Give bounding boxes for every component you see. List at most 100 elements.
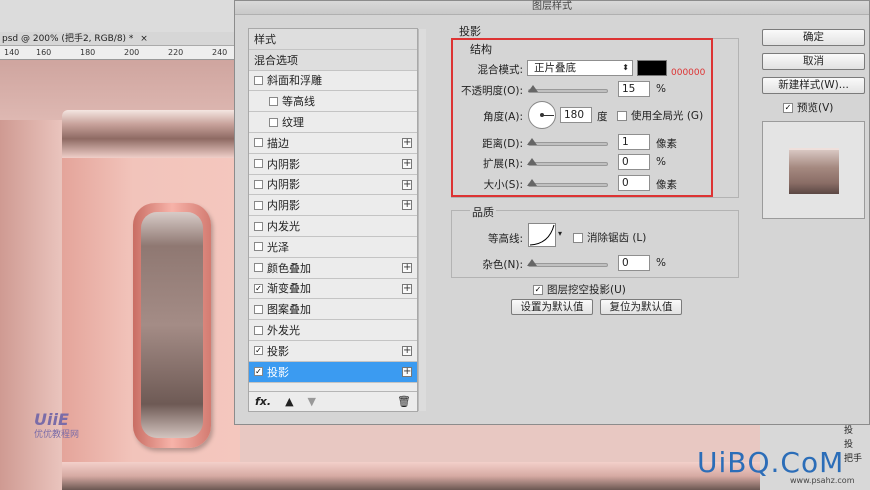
checkbox[interactable]	[269, 96, 278, 106]
style-item-label: 内阴影	[267, 157, 300, 171]
style-item-label: 内发光	[267, 220, 300, 234]
noise-slider-thumb[interactable]	[527, 259, 537, 266]
ok-button[interactable]: 确定	[762, 29, 865, 46]
style-item-inner-shadow[interactable]: 内阴影 +	[249, 195, 417, 217]
cancel-button[interactable]: 取消	[762, 53, 865, 70]
checkbox[interactable]	[254, 221, 263, 231]
add-icon[interactable]: +	[402, 179, 412, 190]
new-style-button[interactable]: 新建样式(W)...	[762, 77, 865, 94]
style-item-blending-options[interactable]: 混合选项	[249, 49, 417, 71]
knockout-checkbox[interactable]: ✓ 图层挖空投影(U)	[533, 282, 626, 297]
style-list-scrollbar[interactable]	[418, 29, 426, 411]
add-icon[interactable]: +	[402, 262, 412, 273]
opacity-slider-thumb[interactable]	[528, 85, 538, 92]
antialias-label: 消除锯齿 (L)	[587, 232, 647, 244]
add-icon[interactable]: +	[402, 366, 412, 377]
ruler-tick: 220	[168, 48, 184, 57]
style-item-label: 等高线	[282, 95, 315, 109]
opacity-slider[interactable]	[528, 89, 608, 93]
checkbox-checked[interactable]: ✓	[254, 346, 263, 356]
distance-slider[interactable]	[528, 142, 608, 146]
opacity-input[interactable]: 15	[618, 81, 650, 97]
style-item-drop-shadow-selected[interactable]: ✓ 投影 +	[249, 361, 417, 383]
angle-dial[interactable]	[528, 101, 556, 129]
horizontal-ruler: 140 160 180 200 220 240	[0, 46, 240, 60]
style-list: 样式 混合选项 斜面和浮雕 等高线 纹理 描边 + 内阴影 + 内阴影 + 内阴影 + …	[248, 28, 426, 412]
size-slider[interactable]	[528, 183, 608, 187]
structure-title: 结构	[470, 43, 492, 56]
style-item-drop-shadow[interactable]: ✓ 投影 +	[249, 341, 417, 362]
spread-input[interactable]: 0	[618, 154, 650, 170]
checkbox[interactable]	[269, 117, 278, 127]
reset-default-button[interactable]: 复位为默认值	[600, 299, 682, 315]
checkbox[interactable]	[254, 138, 263, 148]
angle-input[interactable]: 180	[560, 107, 592, 123]
blend-mode-label: 混合模式:	[477, 64, 523, 76]
preview-checkbox[interactable]: ✓ 预览(V)	[783, 100, 833, 115]
move-down-icon[interactable]: ▼	[308, 395, 316, 408]
style-item-inner-shadow[interactable]: 内阴影 +	[249, 154, 417, 175]
layer-row[interactable]: 投	[760, 424, 870, 438]
shadow-color-swatch[interactable]	[637, 60, 667, 76]
add-icon[interactable]: +	[402, 283, 412, 294]
distance-input[interactable]: 1	[618, 134, 650, 150]
style-item-stroke[interactable]: 描边 +	[249, 133, 417, 154]
style-item-inner-shadow[interactable]: 内阴影 +	[249, 175, 417, 196]
trash-icon[interactable]: 🗑	[397, 395, 411, 408]
spread-slider[interactable]	[528, 162, 608, 166]
style-item-bevel-emboss[interactable]: 斜面和浮雕	[249, 71, 417, 92]
move-up-icon[interactable]: ▲	[285, 395, 293, 408]
style-item-contour[interactable]: 等高线	[249, 91, 417, 113]
ruler-tick: 240	[212, 48, 228, 57]
style-item-outer-glow[interactable]: 外发光	[249, 320, 417, 341]
checkbox-checked[interactable]: ✓	[783, 102, 793, 113]
style-item-texture[interactable]: 纹理	[249, 112, 417, 133]
style-item-gradient-overlay[interactable]: ✓ 渐变叠加 +	[249, 279, 417, 300]
chevron-down-icon[interactable]: ▾	[558, 229, 562, 238]
close-icon[interactable]: ×	[140, 34, 148, 44]
checkbox[interactable]	[254, 242, 263, 252]
distance-slider-thumb[interactable]	[527, 138, 537, 145]
size-slider-thumb[interactable]	[527, 179, 537, 186]
contour-picker[interactable]	[528, 223, 556, 247]
blend-mode-select[interactable]: 正片叠底 ⬍	[527, 60, 633, 76]
add-icon[interactable]: +	[402, 200, 412, 211]
document-tab[interactable]: psd @ 200% (把手2, RGB/8) * ×	[0, 32, 240, 46]
add-icon[interactable]: +	[402, 137, 412, 148]
fx-icon[interactable]: fx.	[255, 395, 271, 408]
layer-style-dialog: 图层样式 样式 混合选项 斜面和浮雕 等高线 纹理 描边 + 内阴影 + 内阴影 + …	[234, 0, 870, 425]
noise-slider[interactable]	[528, 263, 608, 267]
checkbox[interactable]	[254, 263, 263, 273]
blend-mode-value: 正片叠底	[534, 62, 576, 74]
size-input[interactable]: 0	[618, 175, 650, 191]
style-item-label: 描边	[267, 136, 289, 150]
style-item-inner-glow[interactable]: 内发光	[249, 216, 417, 237]
checkbox[interactable]	[254, 75, 263, 85]
antialias-checkbox[interactable]: 消除锯齿 (L)	[573, 230, 646, 245]
add-icon[interactable]: +	[402, 158, 412, 169]
watermark-sub: 优优教程网	[34, 430, 80, 440]
checkbox[interactable]	[573, 232, 583, 243]
checkbox[interactable]	[617, 110, 627, 121]
style-item-color-overlay[interactable]: 颜色叠加 +	[249, 258, 417, 279]
angle-label: 角度(A):	[483, 111, 523, 123]
global-light-checkbox[interactable]: 使用全局光 (G)	[617, 108, 703, 123]
checkbox[interactable]	[254, 200, 263, 210]
noise-input[interactable]: 0	[618, 255, 650, 271]
style-item-pattern-overlay[interactable]: 图案叠加	[249, 299, 417, 321]
checkbox[interactable]	[254, 179, 263, 189]
checkbox-checked[interactable]: ✓	[254, 367, 263, 377]
checkbox-checked[interactable]: ✓	[254, 283, 263, 293]
checkbox[interactable]	[254, 304, 263, 314]
style-item-satin[interactable]: 光泽	[249, 237, 417, 258]
checkbox[interactable]	[254, 159, 263, 169]
style-item-styles[interactable]: 样式	[249, 29, 417, 50]
style-item-label: 混合选项	[254, 53, 298, 67]
checkbox-checked[interactable]: ✓	[533, 284, 543, 295]
watermark-brand: UiBQ.CoM	[697, 446, 845, 479]
set-default-button[interactable]: 设置为默认值	[511, 299, 593, 315]
checkbox[interactable]	[254, 325, 263, 335]
add-icon[interactable]: +	[402, 345, 412, 356]
spread-slider-thumb[interactable]	[527, 158, 537, 165]
preview-swatch	[789, 148, 839, 194]
